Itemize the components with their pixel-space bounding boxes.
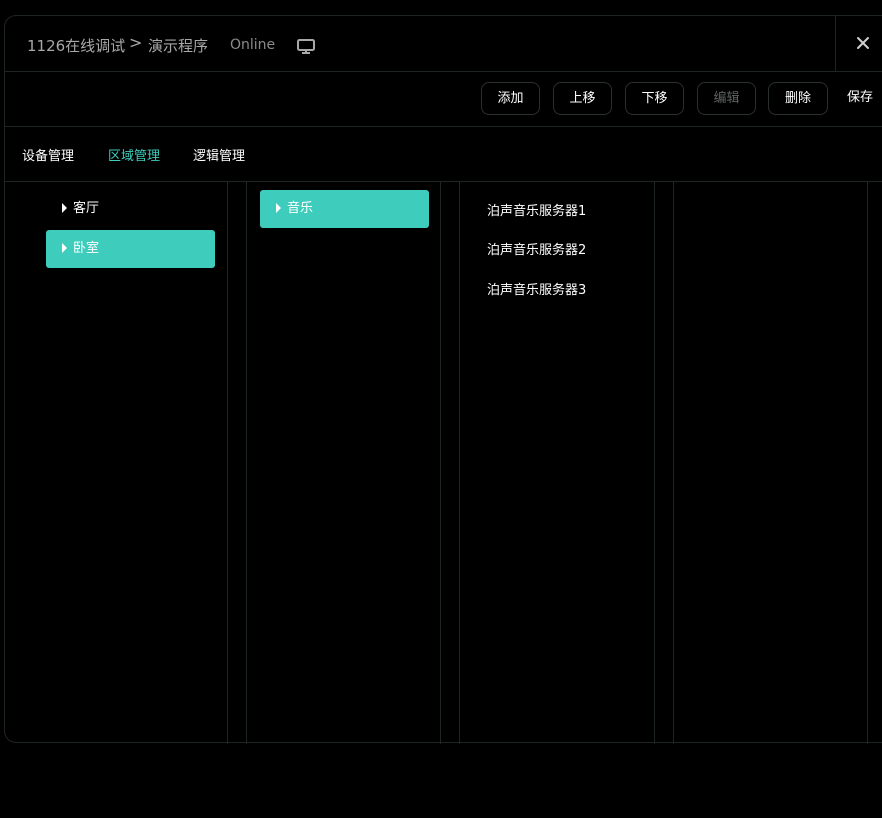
room-item-living-room[interactable]: 客厅 (46, 190, 215, 228)
column-divider (459, 182, 460, 744)
room-item-bedroom[interactable]: 卧室 (46, 230, 215, 268)
tab-logic-management[interactable]: 逻辑管理 (193, 145, 245, 164)
breadcrumb-program: 演示程序 (148, 37, 209, 55)
caret-right-icon (62, 202, 67, 213)
edit-button[interactable]: 编辑 (697, 82, 756, 115)
close-icon[interactable] (856, 35, 870, 49)
move-down-button[interactable]: 下移 (625, 82, 684, 115)
subsystem-item-music[interactable]: 音乐 (260, 190, 429, 228)
dialog-window: 1126在线调试 > 演示程序 Online 添加 上移 下移 编辑 删除 保存… (4, 15, 882, 744)
toolbar: 添加 上移 下移 编辑 删除 保存 (5, 72, 882, 127)
tab-bar: 设备管理 区域管理 逻辑管理 (5, 127, 882, 182)
close-button[interactable] (835, 16, 882, 71)
delete-button[interactable]: 删除 (768, 82, 828, 115)
save-button[interactable]: 保存 (843, 82, 882, 115)
header-bar: 1126在线调试 > 演示程序 Online (5, 16, 882, 72)
tab-area-management[interactable]: 区域管理 (108, 145, 160, 164)
status-text: Online (230, 37, 276, 53)
column-divider (673, 182, 674, 744)
room-label: 卧室 (73, 241, 100, 256)
column-divider (440, 182, 441, 744)
column-divider (867, 182, 868, 744)
column-divider (227, 182, 228, 744)
device-item[interactable]: 泊声音乐服务器3 (487, 279, 586, 298)
add-button[interactable]: 添加 (481, 82, 540, 115)
column-divider (654, 182, 655, 744)
device-item[interactable]: 泊声音乐服务器1 (487, 200, 586, 219)
move-up-button[interactable]: 上移 (553, 82, 612, 115)
breadcrumb-project[interactable]: 1126在线调试 (27, 35, 125, 56)
device-item[interactable]: 泊声音乐服务器2 (487, 239, 586, 258)
tab-device-management[interactable]: 设备管理 (22, 145, 74, 164)
column-divider (246, 182, 247, 744)
subsystem-label: 音乐 (287, 201, 314, 216)
caret-right-icon (62, 242, 67, 253)
caret-right-icon (276, 202, 281, 213)
monitor-icon[interactable] (296, 38, 316, 56)
breadcrumb-separator: > (129, 33, 143, 52)
room-label: 客厅 (73, 201, 100, 216)
